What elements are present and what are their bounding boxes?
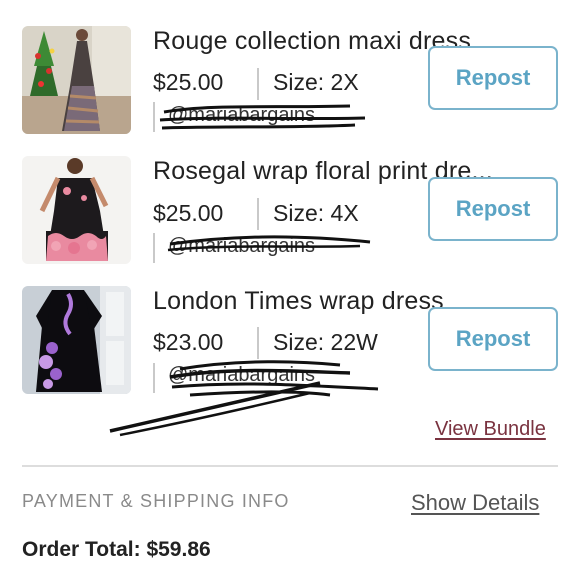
show-details-link[interactable]: Show Details — [411, 490, 539, 516]
repost-button[interactable]: Repost — [428, 46, 558, 110]
bundle-item: Rosegal wrap floral print dre... $25.00 … — [0, 130, 580, 264]
item-thumbnail[interactable] — [22, 26, 131, 134]
item-size: Size: 2X — [273, 69, 359, 95]
seller-username[interactable]: @mariabargains — [168, 235, 315, 258]
divider — [22, 465, 558, 467]
view-bundle-link[interactable]: View Bundle — [435, 418, 546, 441]
item-thumbnail[interactable] — [22, 286, 131, 394]
repost-button[interactable]: Repost — [428, 307, 558, 371]
divider — [153, 233, 155, 263]
item-size: Size: 22W — [273, 329, 378, 355]
bundle-item: London Times wrap dress $23.00 Size: 22W… — [0, 260, 580, 394]
item-price: $25.00 — [153, 200, 224, 226]
order-total: Order Total: $59.86 — [22, 538, 211, 561]
divider — [153, 363, 155, 393]
item-price: $23.00 — [153, 329, 224, 355]
item-price: $25.00 — [153, 69, 224, 95]
divider — [153, 102, 155, 132]
payment-shipping-heading: PAYMENT & SHIPPING INFO — [22, 491, 290, 511]
divider — [257, 327, 259, 359]
item-title[interactable]: Rouge collection maxi dress — [153, 27, 471, 56]
item-title[interactable]: London Times wrap dress — [153, 287, 444, 316]
seller-username[interactable]: @mariabargains — [168, 364, 315, 387]
item-thumbnail[interactable] — [22, 156, 131, 264]
item-size: Size: 4X — [273, 200, 359, 226]
bundle-item: Rouge collection maxi dress $25.00 Size:… — [0, 0, 580, 134]
seller-username[interactable]: @mariabargains — [168, 104, 315, 127]
repost-button[interactable]: Repost — [428, 177, 558, 241]
divider — [257, 198, 259, 230]
divider — [257, 68, 259, 100]
